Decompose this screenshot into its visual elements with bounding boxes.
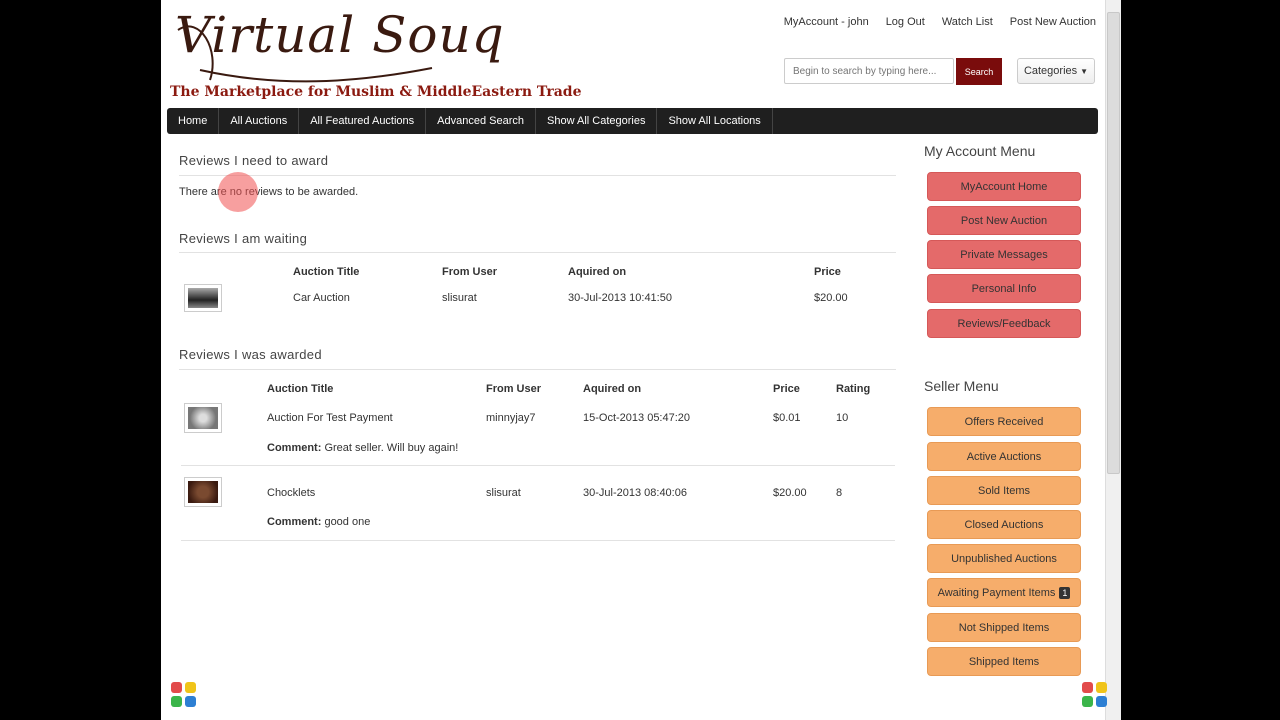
- app-grid-icon[interactable]: [171, 682, 197, 708]
- seller-menu-title: Seller Menu: [924, 378, 999, 394]
- nav-show-all-locations[interactable]: Show All Locations: [657, 108, 773, 134]
- comment-label: Comment:: [267, 516, 322, 528]
- nav-advanced-search[interactable]: Advanced Search: [426, 108, 537, 134]
- comment-text: good one: [321, 516, 371, 528]
- divider: [179, 175, 896, 176]
- account-menu-reviews-feedback[interactable]: Reviews/Feedback: [927, 309, 1081, 338]
- post-new-auction-link[interactable]: Post New Auction: [1010, 16, 1096, 28]
- col-rating: Rating: [836, 383, 871, 395]
- search-button[interactable]: Search: [956, 58, 1002, 85]
- search-input[interactable]: [784, 58, 954, 84]
- table-row-price: $20.00: [773, 487, 807, 499]
- watch-list-link[interactable]: Watch List: [942, 16, 993, 28]
- account-menu-myaccount-home[interactable]: MyAccount Home: [927, 172, 1081, 201]
- table-row-rating: 8: [836, 487, 843, 499]
- no-reviews-text: There are no reviews to be awarded.: [179, 186, 359, 198]
- nav-show-all-categories[interactable]: Show All Categories: [536, 108, 658, 134]
- awaiting-payment-count-badge: 1: [1059, 586, 1071, 599]
- top-links: MyAccount - john Log Out Watch List Post…: [784, 16, 1096, 28]
- table-row-user: slisurat: [442, 292, 477, 304]
- col-price: Price: [814, 266, 841, 278]
- table-row-date: 30-Jul-2013 08:40:06: [583, 487, 687, 499]
- app-grid-icon[interactable]: [1082, 682, 1108, 708]
- my-account-link[interactable]: MyAccount - john: [784, 16, 869, 28]
- account-menu-personal-info[interactable]: Personal Info: [927, 274, 1081, 303]
- table-row-date: 15-Oct-2013 05:47:20: [583, 412, 691, 424]
- reviews-waiting-title: Reviews I am waiting: [179, 231, 308, 246]
- table-row-title[interactable]: Car Auction: [293, 292, 350, 304]
- table-row-comment: Comment: good one: [267, 516, 370, 528]
- nav-all-auctions[interactable]: All Auctions: [219, 108, 300, 134]
- table-row-comment: Comment: Great seller. Will buy again!: [267, 442, 458, 454]
- seller-menu-not-shipped-items[interactable]: Not Shipped Items: [927, 613, 1081, 642]
- col-aquired-on: Aquired on: [568, 266, 627, 278]
- caret-down-icon: ▼: [1080, 66, 1089, 76]
- seller-menu-shipped-items[interactable]: Shipped Items: [927, 647, 1081, 676]
- account-menu-title: My Account Menu: [924, 143, 1036, 159]
- table-row-price: $0.01: [773, 412, 801, 424]
- col-price: Price: [773, 383, 800, 395]
- logo-tagline: The Marketplace for Muslim & MiddleEaste…: [170, 84, 582, 100]
- reviews-awarded-title: Reviews I was awarded: [179, 347, 322, 362]
- col-from-user: From User: [442, 266, 498, 278]
- table-row-title[interactable]: Chocklets: [267, 487, 315, 499]
- categories-dropdown[interactable]: Categories ▼: [1017, 58, 1095, 84]
- seller-menu-awaiting-payment[interactable]: Awaiting Payment Items 1: [927, 578, 1081, 607]
- divider: [181, 540, 895, 541]
- scrollbar-thumb[interactable]: [1107, 12, 1120, 474]
- seller-menu-closed-auctions[interactable]: Closed Auctions: [927, 510, 1081, 539]
- col-auction-title: Auction Title: [293, 266, 360, 278]
- seller-menu-sold-items[interactable]: Sold Items: [927, 476, 1081, 505]
- categories-label: Categories: [1023, 65, 1078, 77]
- table-row-rating: 10: [836, 412, 849, 424]
- nav-all-featured-auctions[interactable]: All Featured Auctions: [299, 108, 427, 134]
- divider: [179, 252, 896, 253]
- main-nav: Home All Auctions All Featured Auctions …: [167, 108, 1098, 134]
- koala-thumbnail[interactable]: [184, 403, 222, 433]
- reviews-to-award-title: Reviews I need to award: [179, 153, 329, 168]
- divider: [181, 465, 895, 466]
- comment-text: Great seller. Will buy again!: [321, 442, 459, 454]
- col-auction-title: Auction Title: [267, 383, 334, 395]
- nav-home[interactable]: Home: [167, 108, 220, 134]
- table-row-date: 30-Jul-2013 10:41:50: [568, 292, 672, 304]
- table-row-price: $20.00: [814, 292, 848, 304]
- divider: [179, 369, 896, 370]
- col-from-user: From User: [486, 383, 542, 395]
- account-menu-private-messages[interactable]: Private Messages: [927, 240, 1081, 269]
- table-row-user: slisurat: [486, 487, 521, 499]
- table-row-user: minnyjay7: [486, 412, 536, 424]
- comment-label: Comment:: [267, 442, 322, 454]
- logo[interactable]: Virtual Souq: [175, 6, 505, 64]
- table-row-title[interactable]: Auction For Test Payment: [267, 412, 393, 424]
- col-aquired-on: Aquired on: [583, 383, 642, 395]
- seller-menu-active-auctions[interactable]: Active Auctions: [927, 442, 1081, 471]
- seller-menu-unpublished-auctions[interactable]: Unpublished Auctions: [927, 544, 1081, 573]
- account-menu-post-new-auction[interactable]: Post New Auction: [927, 206, 1081, 235]
- logout-link[interactable]: Log Out: [886, 16, 925, 28]
- click-indicator: [218, 172, 258, 212]
- seller-menu-offers-received[interactable]: Offers Received: [927, 407, 1081, 436]
- awaiting-payment-label: Awaiting Payment Items: [937, 586, 1056, 599]
- car-thumbnail[interactable]: [184, 284, 222, 312]
- chocolate-thumbnail[interactable]: [184, 477, 222, 507]
